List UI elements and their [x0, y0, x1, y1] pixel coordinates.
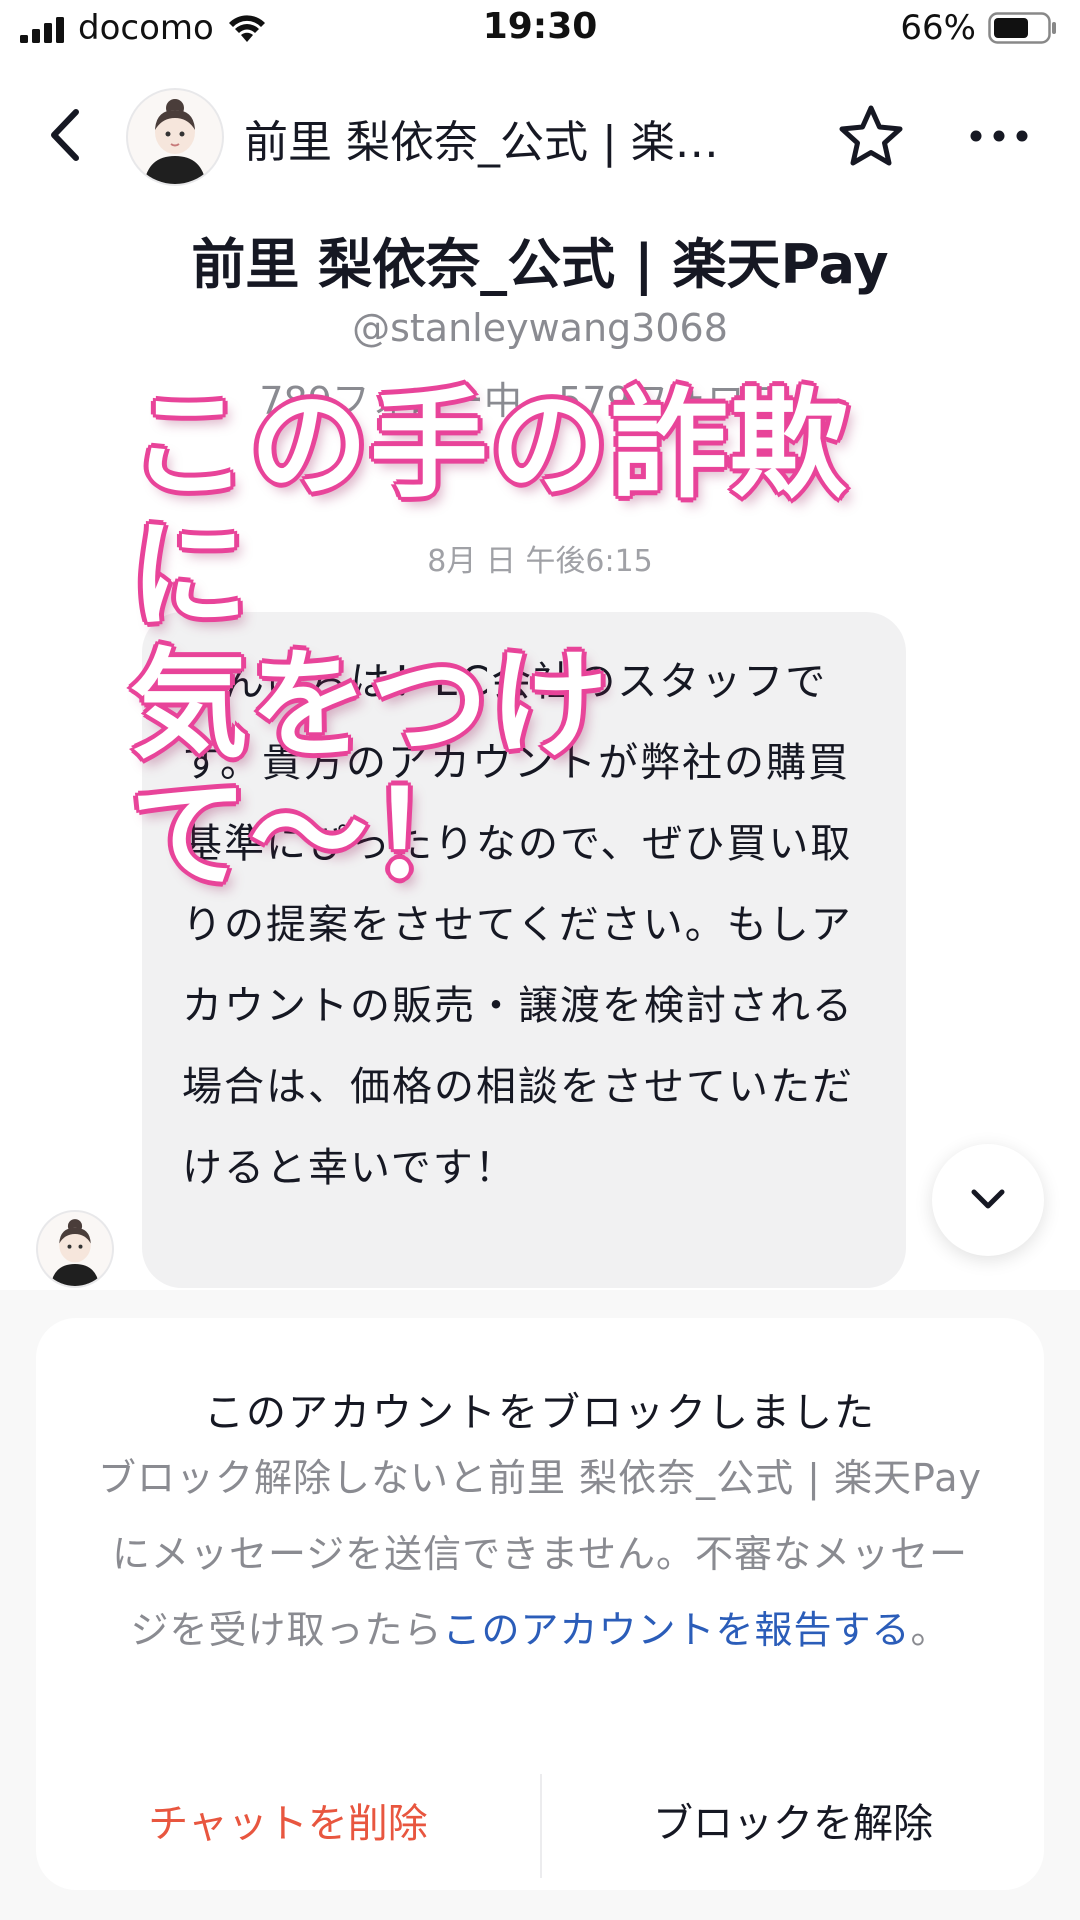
unblock-button[interactable]: ブロックを解除 — [542, 1784, 1044, 1864]
avatar-illustration-icon — [144, 99, 206, 184]
caption-line-1: この手の詐欺に — [130, 376, 851, 644]
block-notice-title: このアカウントをブロックしました — [204, 1390, 876, 1436]
overlay-caption: この手の詐欺に 気をつけて〜！ — [130, 380, 960, 900]
back-chevron-icon[interactable] — [36, 102, 96, 168]
profile-name: 前里 梨依奈_公式 | 楽天Pay — [191, 233, 889, 296]
block-notice-card: このアカウントをブロックしました ブロック解除しないと前里 梨依奈_公式 | 楽… — [36, 1318, 1044, 1890]
status-bar: docomo 19:30 66% — [0, 0, 1080, 60]
header-username[interactable]: 前里 梨依奈_公式 | 楽… — [244, 106, 724, 170]
block-notice-body: ブロック解除しないと前里 梨依奈_公式 | 楽天Payにメッセージを送信できませ… — [96, 1440, 984, 1668]
sender-avatar[interactable] — [36, 1210, 114, 1288]
avatar[interactable] — [126, 88, 224, 186]
profile-handle: @stanleywang3068 — [352, 306, 728, 350]
chevron-down-icon — [971, 1189, 1005, 1209]
report-account-link[interactable]: このアカウントを報告する — [442, 1608, 910, 1652]
chat-header: 前里 梨依奈_公式 | 楽… — [0, 80, 1080, 190]
block-notice-period: 。 — [910, 1608, 950, 1652]
avatar-illustration-icon — [50, 1219, 100, 1286]
scroll-down-button[interactable] — [932, 1144, 1044, 1256]
star-icon[interactable] — [836, 102, 906, 172]
battery-icon — [988, 12, 1056, 44]
more-dots-icon[interactable] — [964, 118, 1034, 154]
delete-chat-button[interactable]: チャットを削除 — [36, 1784, 540, 1864]
caption-line-2: 気をつけて〜！ — [130, 636, 611, 904]
battery-percentage: 66% — [900, 8, 976, 48]
